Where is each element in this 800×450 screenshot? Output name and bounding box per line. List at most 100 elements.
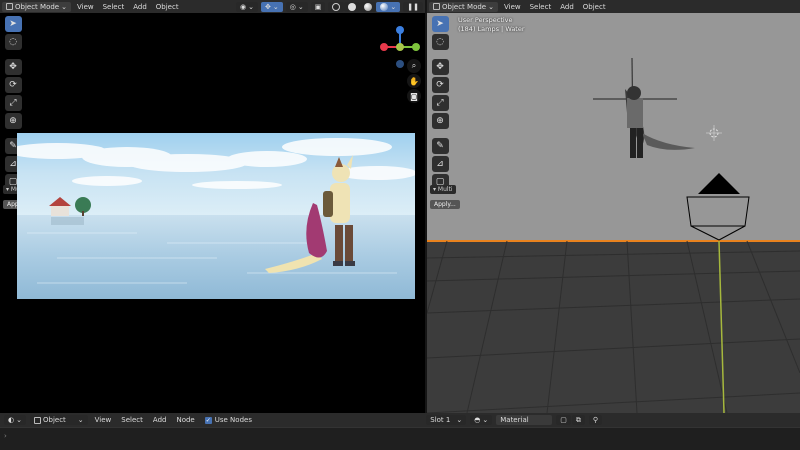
use-nodes-label: Use Nodes	[214, 416, 252, 424]
material-sphere-icon: ◓	[474, 416, 481, 424]
pan-button[interactable]: ✋	[407, 74, 421, 88]
select-tool-button[interactable]: ➤	[4, 16, 22, 32]
perspective-scene	[427, 13, 800, 413]
ruler-icon: ⊿	[436, 159, 444, 169]
right-menu-add[interactable]: Add	[557, 2, 577, 12]
shading-material-button[interactable]	[360, 1, 377, 12]
material-name-field[interactable]: Material	[496, 415, 553, 425]
chevron-right-icon: ›	[4, 432, 7, 440]
object-mode-icon	[6, 3, 13, 10]
gizmo-toggle-button[interactable]: ✥ ⌄	[261, 1, 283, 12]
xray-toggle-button[interactable]: ▣	[310, 1, 326, 12]
move-tool-button[interactable]: ✥	[4, 59, 22, 75]
overlay-toggle-button[interactable]: ◎ ⌄	[285, 1, 308, 12]
checkbox-checked-icon: ✓	[204, 416, 212, 424]
viewport-visibility-button[interactable]: ◉ ⌄	[236, 1, 259, 12]
render-image	[17, 133, 415, 299]
scale-tool-button[interactable]: ⤢	[4, 95, 22, 111]
footer-menu-add[interactable]: Add	[150, 415, 170, 425]
gizmo-icon: ✥	[265, 2, 271, 11]
chevron-down-icon: ⌄	[77, 416, 84, 424]
camera-view-button[interactable]: ◙	[407, 89, 421, 103]
left-mode-dropdown[interactable]: Object Mode ⌄	[2, 1, 71, 12]
camera-icon: ◙	[410, 91, 418, 101]
scale-icon: ⤢	[9, 98, 17, 108]
left-mode-label: Object Mode	[15, 2, 60, 11]
measure-tool-button[interactable]: ⊿	[431, 156, 449, 172]
eye-icon: ◉	[240, 2, 247, 11]
footer-menu-view[interactable]: View	[92, 415, 115, 425]
cursor-tool-button[interactable]: ◌	[4, 34, 22, 50]
pin-button[interactable]: ⚲	[588, 415, 602, 425]
pencil-icon: ✎	[436, 141, 444, 151]
slot-dropdown[interactable]: Slot 1 ⌄	[426, 415, 467, 425]
right-apply-button[interactable]: Apply...	[430, 200, 460, 209]
shading-wireframe-button[interactable]	[328, 1, 345, 12]
rotate-icon: ⟳	[436, 80, 444, 90]
transform-tool-button[interactable]: ⊕	[4, 113, 22, 129]
footer-menu-select[interactable]: Select	[118, 415, 146, 425]
viewport-info: User Perspective (184) Lamps | Water	[458, 16, 525, 34]
left-menu-select[interactable]: Select	[100, 2, 128, 12]
rendered-shading-icon	[380, 2, 389, 11]
object-mode-icon	[433, 3, 440, 10]
select-tool-button[interactable]: ➤	[431, 16, 449, 32]
cursor-icon: ➤	[9, 19, 17, 29]
chevron-down-icon: ⌄	[488, 2, 494, 11]
transform-tool-button[interactable]: ⊕	[431, 113, 449, 129]
ruler-icon: ⊿	[9, 159, 17, 169]
node-editor-icon: ◐	[8, 416, 15, 424]
chevron-down-icon: ⌄	[61, 2, 67, 11]
transform-icon: ⊕	[9, 116, 17, 126]
left-menu-view[interactable]: View	[74, 2, 97, 12]
scale-tool-button[interactable]: ⤢	[431, 95, 449, 111]
left-menu-object[interactable]: Object	[153, 2, 182, 12]
use-nodes-toggle[interactable]: ✓ Use Nodes	[202, 415, 255, 425]
shading-rendered-button[interactable]: ⌄	[376, 1, 401, 12]
pencil-icon: ✎	[9, 141, 17, 151]
scale-icon: ⤢	[436, 98, 444, 108]
zoom-button[interactable]: ⌕	[407, 59, 421, 73]
duplicate-material-button[interactable]: ⧉	[571, 415, 585, 425]
right-mode-dropdown[interactable]: Object Mode ⌄	[429, 1, 498, 12]
node-editor-area[interactable]: ›	[0, 427, 800, 450]
editor-mode-label: Object	[42, 416, 66, 424]
cursor-icon: ➤	[436, 19, 444, 29]
editor-type-button[interactable]: ◐ ⌄	[4, 415, 26, 425]
move-tool-button[interactable]: ✥	[431, 59, 449, 75]
pin-icon: ⚲	[592, 416, 598, 424]
editor-mode-dropdown[interactable]: Object ⌄	[29, 415, 88, 425]
right-multi-panel-tab[interactable]: ▾ Multi	[430, 185, 456, 194]
material-shading-icon	[364, 2, 373, 11]
right-menu-view[interactable]: View	[501, 2, 524, 12]
left-menu-add[interactable]: Add	[130, 2, 150, 12]
shield-icon: ▢	[560, 416, 567, 424]
right-menu-select[interactable]: Select	[527, 2, 555, 12]
chevron-down-icon: ⌄	[456, 416, 463, 424]
right-viewport-header: Object Mode ⌄ View Select Add Object	[427, 0, 800, 13]
annotate-tool-button[interactable]: ✎	[431, 138, 449, 154]
move-icon: ✥	[436, 62, 444, 72]
xray-icon: ▣	[314, 2, 322, 11]
shading-solid-button[interactable]	[344, 1, 361, 12]
right-multi-label: Multi	[437, 186, 453, 193]
pause-render-button[interactable]: ❚❚	[403, 1, 423, 12]
perspective-viewport[interactable]: User Perspective (184) Lamps | Water ➤ ◌…	[427, 13, 800, 413]
wireframe-shading-icon	[332, 2, 341, 11]
fake-user-button[interactable]: ▢	[556, 415, 571, 425]
material-browse-button[interactable]: ◓ ⌄	[470, 415, 493, 425]
transform-icon: ⊕	[436, 116, 444, 126]
move-icon: ✥	[9, 62, 17, 72]
node-editor-header: ◐ ⌄ Object ⌄ View Select Add Node ✓ Use N…	[0, 413, 800, 427]
cursor-tool-button[interactable]: ◌	[431, 34, 449, 50]
rotate-tool-button[interactable]: ⟳	[431, 77, 449, 93]
rotate-tool-button[interactable]: ⟳	[4, 77, 22, 93]
slot-label: Slot 1	[430, 416, 451, 424]
copy-icon: ⧉	[575, 415, 581, 424]
material-name-label: Material	[500, 416, 529, 424]
rendered-viewport[interactable]: ➤ ◌ ✥ ⟳ ⤢ ⊕ ✎ ⊿ ▢ ▾ Multi Apply...	[0, 13, 425, 413]
right-menu-object[interactable]: Object	[580, 2, 609, 12]
solid-shading-icon	[348, 2, 357, 11]
frame-object-label: (184) Lamps | Water	[458, 25, 525, 33]
footer-menu-node[interactable]: Node	[173, 415, 197, 425]
